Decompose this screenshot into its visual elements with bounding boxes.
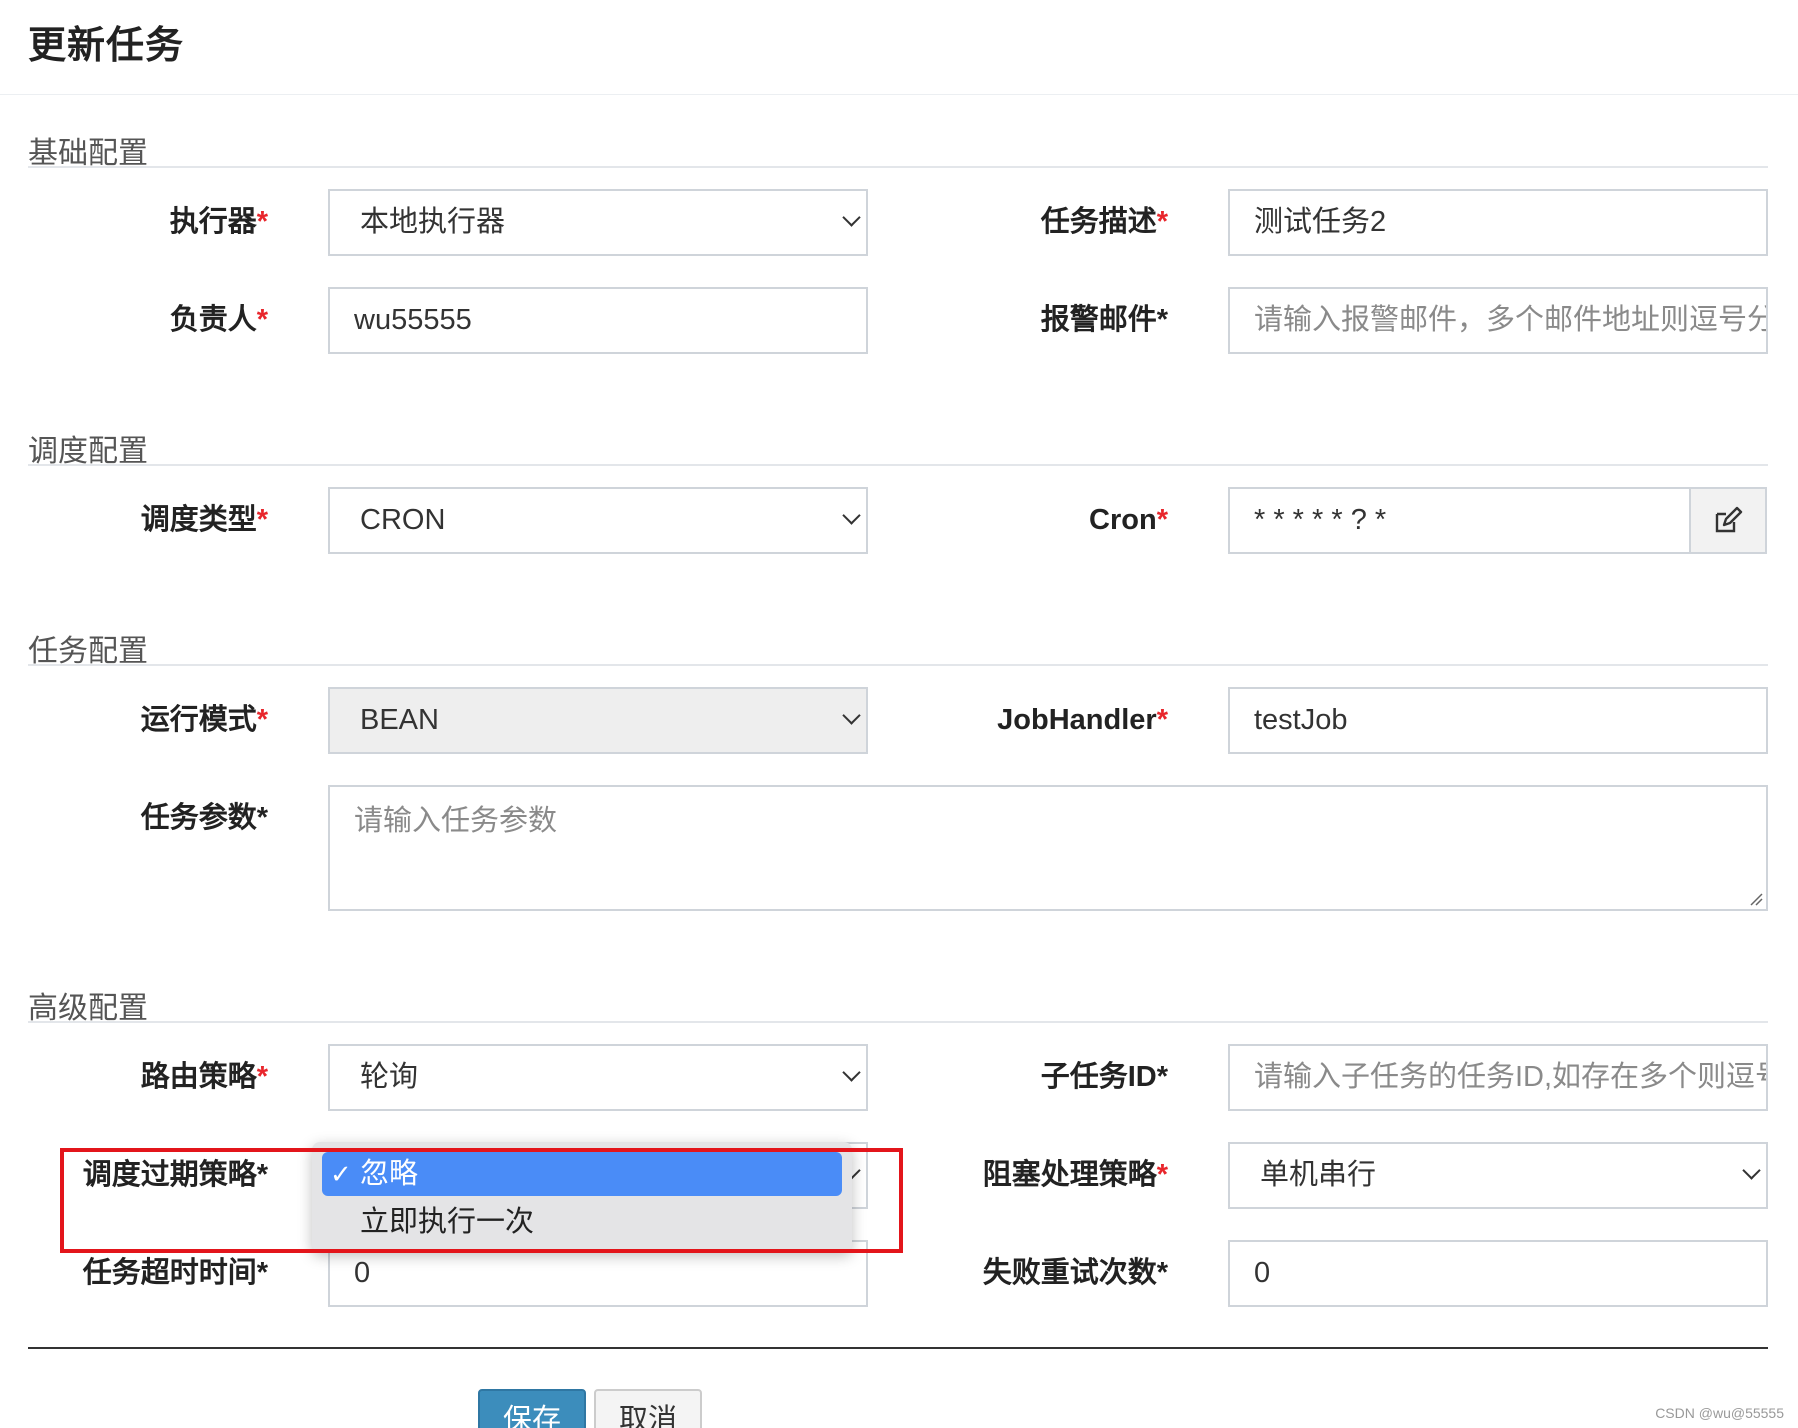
block-strategy-value: 单机串行 [1260, 1159, 1377, 1191]
form-divider [28, 1347, 1768, 1349]
resize-handle-icon[interactable] [1749, 892, 1763, 906]
chevron-down-icon [842, 1063, 861, 1082]
fail-retry-label: 失败重试次数* [982, 1257, 1168, 1289]
executor-select[interactable]: 本地执行器 [328, 189, 868, 256]
schedule-type-label: 调度类型* [140, 504, 268, 536]
job-param-label: 任务参数* [140, 802, 268, 834]
job-desc-value: 测试任务2 [1254, 206, 1387, 238]
glue-type-select[interactable]: BEAN [328, 687, 868, 754]
child-job-id-label: 子任务ID* [1040, 1061, 1168, 1093]
section-divider [28, 166, 1768, 168]
route-strategy-label: 路由策略* [140, 1061, 268, 1093]
alarm-email-placeholder: 请输入报警邮件，多个邮件地址则逗号分 [1254, 304, 1768, 336]
fail-retry-input[interactable]: 0 [1228, 1240, 1768, 1307]
child-job-id-placeholder: 请输入子任务的任务ID,如存在多个则逗号 [1254, 1061, 1768, 1093]
job-desc-input[interactable]: 测试任务2 [1228, 189, 1768, 256]
route-strategy-select[interactable]: 轮询 [328, 1044, 868, 1111]
section-divider [28, 664, 1768, 666]
section-divider [28, 1021, 1768, 1023]
watermark: CSDN @wu@55555 [1655, 1405, 1784, 1421]
glue-type-label: 运行模式* [140, 704, 268, 736]
block-strategy-select[interactable]: 单机串行 [1228, 1142, 1768, 1209]
alarm-email-input[interactable]: 请输入报警邮件，多个邮件地址则逗号分 [1228, 287, 1768, 354]
block-strategy-label: 阻塞处理策略* [982, 1159, 1168, 1191]
job-param-placeholder: 请输入任务参数 [354, 805, 558, 837]
job-handler-value: testJob [1254, 704, 1348, 736]
job-handler-input[interactable]: testJob [1228, 687, 1768, 754]
author-input[interactable]: wu55555 [328, 287, 868, 354]
alarm-email-label: 报警邮件* [1040, 304, 1168, 336]
job-desc-label: 任务描述* [1040, 206, 1168, 238]
cron-input[interactable]: * * * * * ? * [1228, 487, 1691, 554]
timeout-label: 任务超时时间* [82, 1257, 268, 1289]
schedule-type-value: CRON [360, 504, 446, 536]
save-button[interactable]: 保存 [478, 1389, 586, 1428]
cron-value: * * * * * ? * [1254, 504, 1387, 536]
job-handler-label: JobHandler* [997, 704, 1168, 736]
section-divider [28, 464, 1768, 466]
chevron-down-icon [842, 706, 861, 725]
cron-edit-button[interactable] [1689, 487, 1767, 554]
title-divider [0, 94, 1798, 95]
executor-label: 执行器* [169, 206, 268, 238]
executor-value: 本地执行器 [360, 206, 506, 238]
chevron-down-icon [842, 506, 861, 525]
route-strategy-value: 轮询 [360, 1061, 419, 1093]
job-param-textarea[interactable]: 请输入任务参数 [328, 785, 1768, 911]
child-job-id-input[interactable]: 请输入子任务的任务ID,如存在多个则逗号 [1228, 1044, 1768, 1111]
author-value: wu55555 [354, 304, 472, 336]
edit-icon [1715, 506, 1743, 533]
timeout-value: 0 [354, 1257, 371, 1289]
highlight-box [60, 1148, 903, 1253]
glue-type-value: BEAN [360, 704, 439, 736]
cancel-button[interactable]: 取消 [594, 1389, 702, 1428]
chevron-down-icon [1742, 1161, 1761, 1180]
cron-label: Cron* [1089, 504, 1168, 536]
schedule-type-select[interactable]: CRON [328, 487, 868, 554]
author-label: 负责人* [169, 304, 268, 336]
page-title: 更新任务 [28, 25, 185, 67]
fail-retry-value: 0 [1254, 1257, 1271, 1289]
chevron-down-icon [842, 208, 861, 227]
